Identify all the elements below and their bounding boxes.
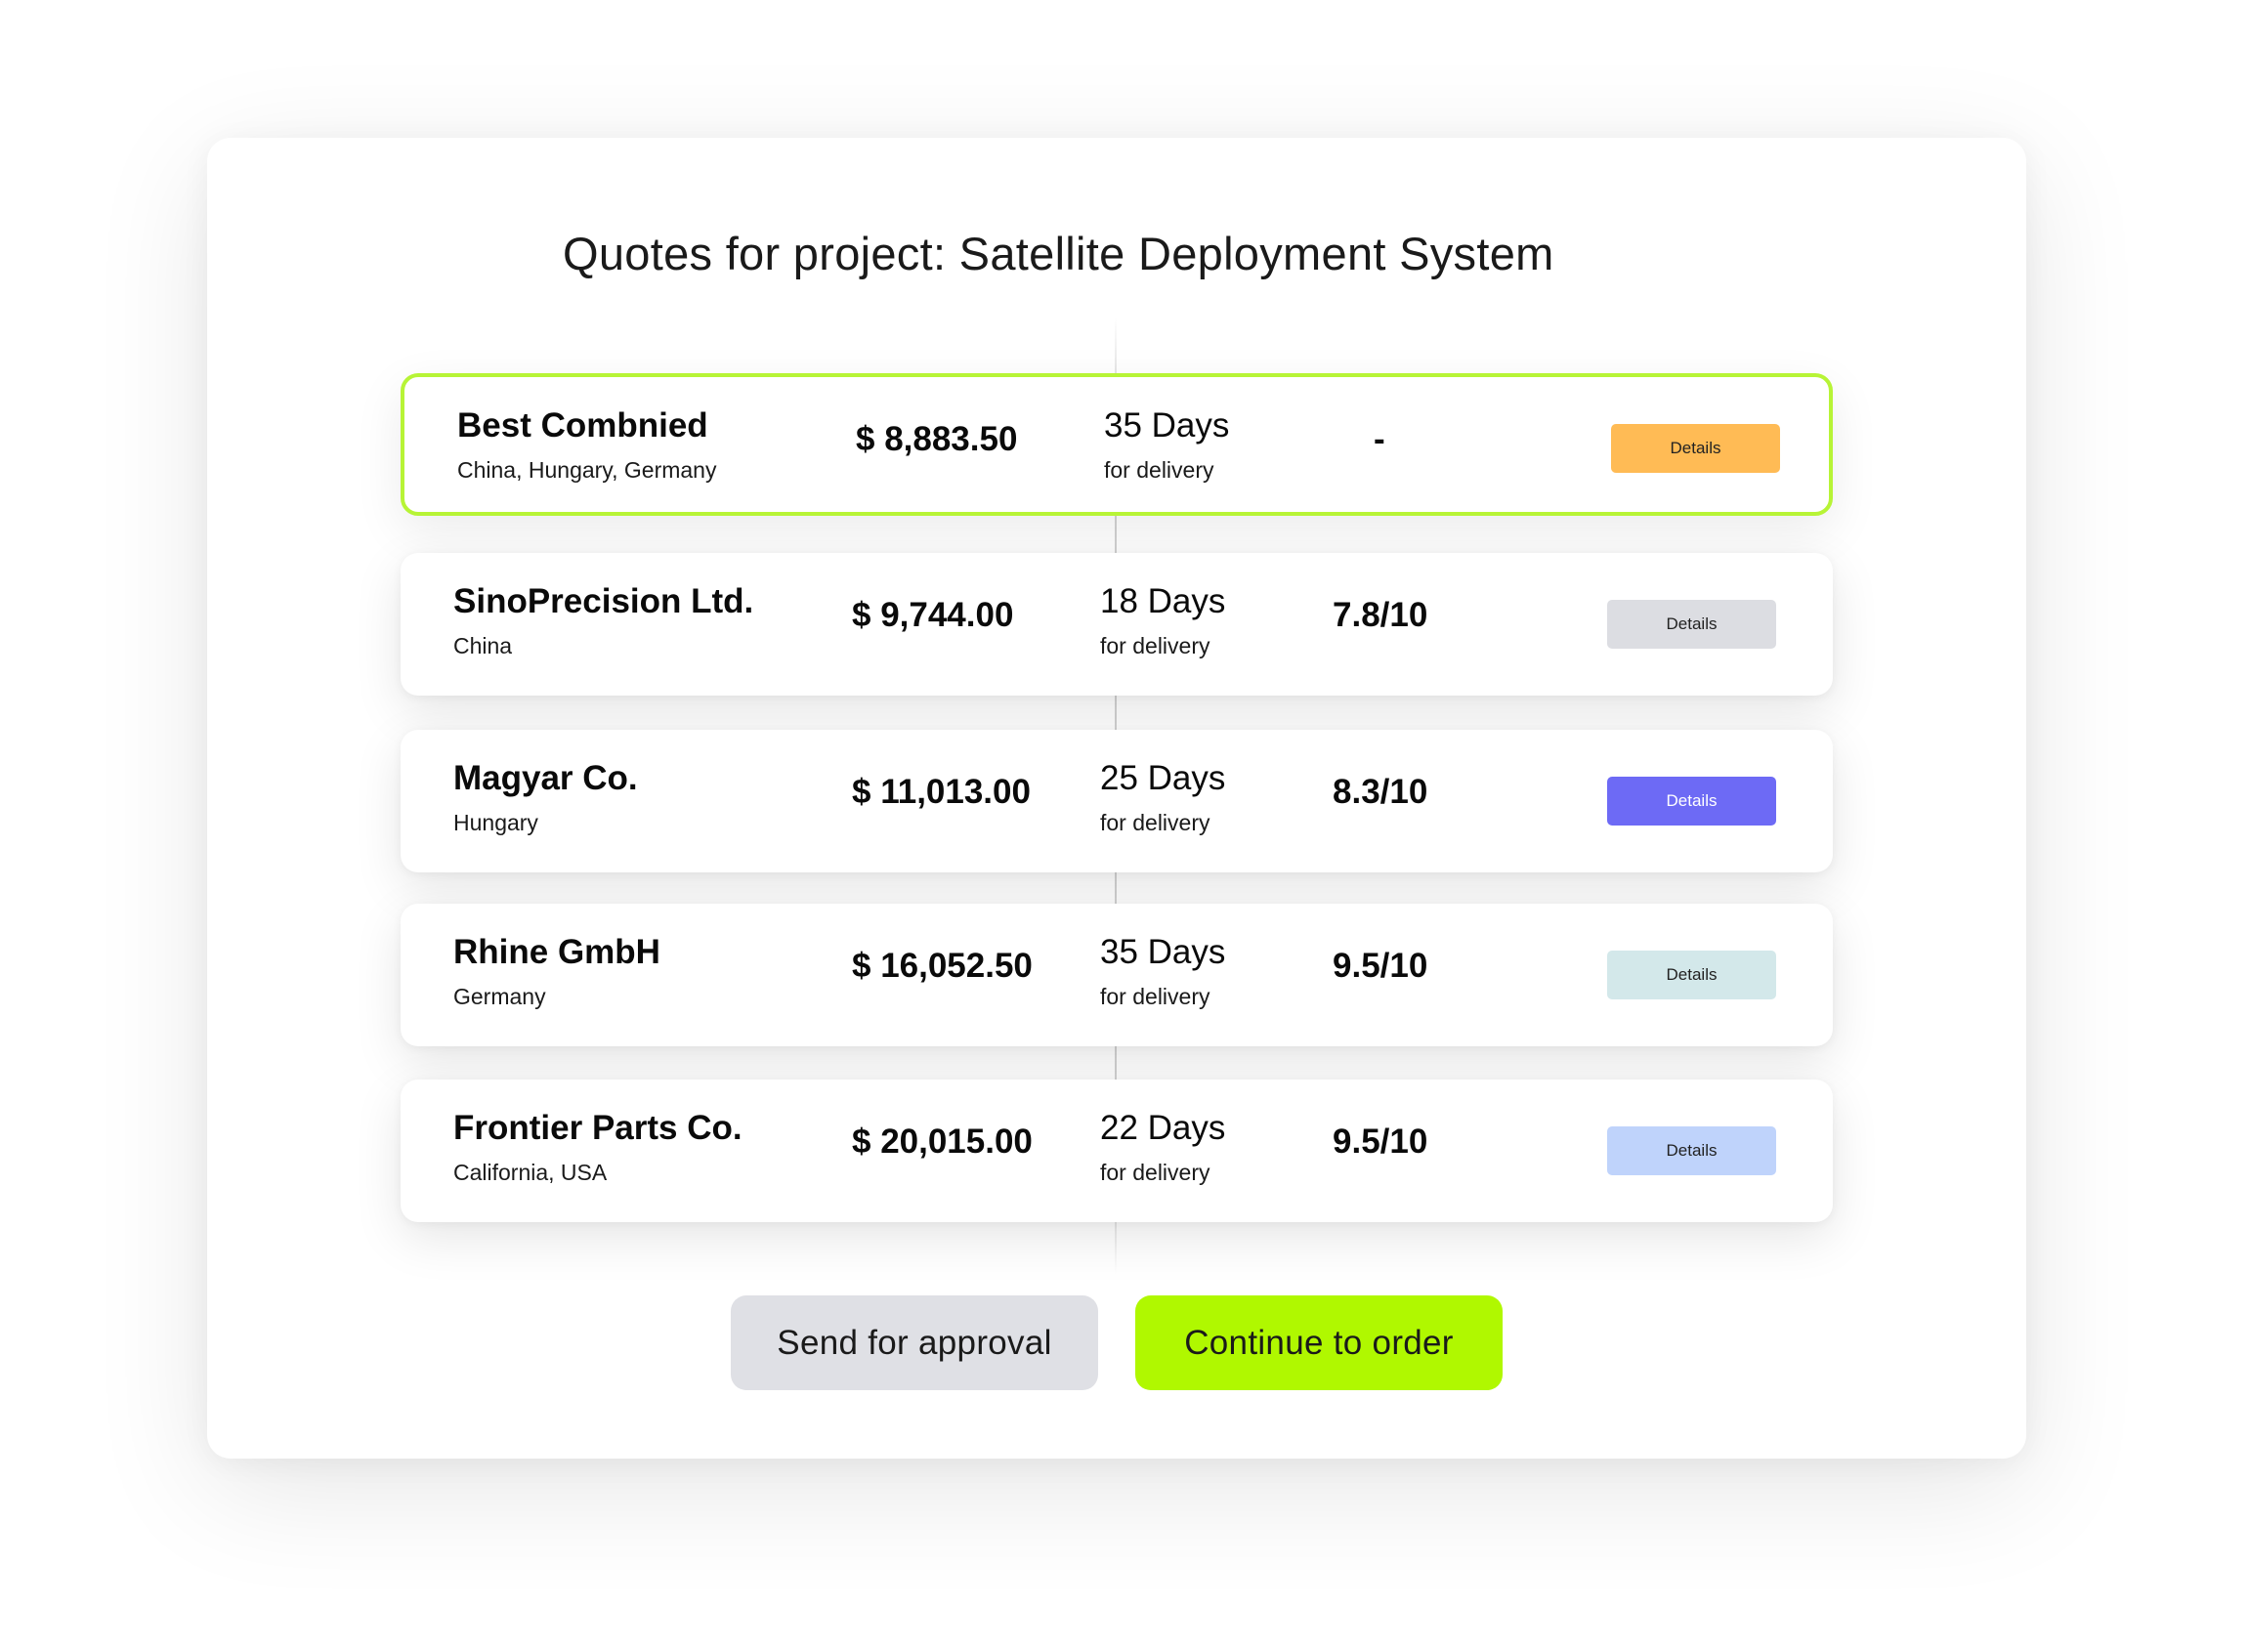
quote-price: $ 16,052.50 xyxy=(852,947,1033,985)
stage: Quotes for project: Satellite Deployment… xyxy=(0,0,2249,1652)
details-button[interactable]: Details xyxy=(1607,777,1776,826)
quote-list: Best Combnied China, Hungary, Germany $ … xyxy=(0,0,2249,1652)
vendor-rating: 9.5/10 xyxy=(1333,1123,1428,1161)
quote-price: $ 11,013.00 xyxy=(852,773,1031,811)
delivery-days: 25 Days xyxy=(1100,759,1226,797)
quote-card-frontier: Frontier Parts Co. California, USA $ 20,… xyxy=(401,1080,1833,1222)
delivery-days: 35 Days xyxy=(1100,933,1226,971)
quote-card-rhine: Rhine GmbH Germany $ 16,052.50 35 Days f… xyxy=(401,904,1833,1046)
details-button[interactable]: Details xyxy=(1611,424,1780,473)
vendor-rating: 7.8/10 xyxy=(1333,596,1428,634)
quote-price: $ 20,015.00 xyxy=(852,1123,1033,1161)
delivery-days: 22 Days xyxy=(1100,1109,1226,1147)
vendor-name: Frontier Parts Co. xyxy=(453,1109,743,1147)
vendor-rating: 8.3/10 xyxy=(1333,773,1428,811)
vendor-rating: - xyxy=(1374,420,1385,458)
continue-to-order-button[interactable]: Continue to order xyxy=(1135,1295,1503,1390)
vendor-name: Rhine GmbH xyxy=(453,933,660,971)
vendor-name: Magyar Co. xyxy=(453,759,638,797)
details-button[interactable]: Details xyxy=(1607,1126,1776,1175)
vendor-location: Germany xyxy=(453,984,546,1009)
details-button[interactable]: Details xyxy=(1607,951,1776,999)
delivery-label: for delivery xyxy=(1100,810,1210,835)
quote-card-sinoprecision: SinoPrecision Ltd. China $ 9,744.00 18 D… xyxy=(401,553,1833,696)
vendor-location: China xyxy=(453,633,513,658)
vendor-location: California, USA xyxy=(453,1160,608,1185)
vendor-rating: 9.5/10 xyxy=(1333,947,1428,985)
delivery-label: for delivery xyxy=(1100,1160,1210,1185)
vendor-location: China, Hungary, Germany xyxy=(457,457,717,483)
details-button[interactable]: Details xyxy=(1607,600,1776,649)
quote-price: $ 9,744.00 xyxy=(852,596,1014,634)
vendor-name: Best Combnied xyxy=(457,406,708,445)
delivery-days: 35 Days xyxy=(1104,406,1230,445)
quote-card-magyar: Magyar Co. Hungary $ 11,013.00 25 Days f… xyxy=(401,730,1833,872)
delivery-label: for delivery xyxy=(1104,457,1214,483)
delivery-days: 18 Days xyxy=(1100,582,1226,620)
vendor-name: SinoPrecision Ltd. xyxy=(453,582,754,620)
send-for-approval-button[interactable]: Send for approval xyxy=(731,1295,1098,1390)
quote-price: $ 8,883.50 xyxy=(856,420,1018,458)
vendor-location: Hungary xyxy=(453,810,538,835)
delivery-label: for delivery xyxy=(1100,984,1210,1009)
delivery-label: for delivery xyxy=(1100,633,1210,658)
quote-card-best-combined: Best Combnied China, Hungary, Germany $ … xyxy=(401,373,1833,516)
